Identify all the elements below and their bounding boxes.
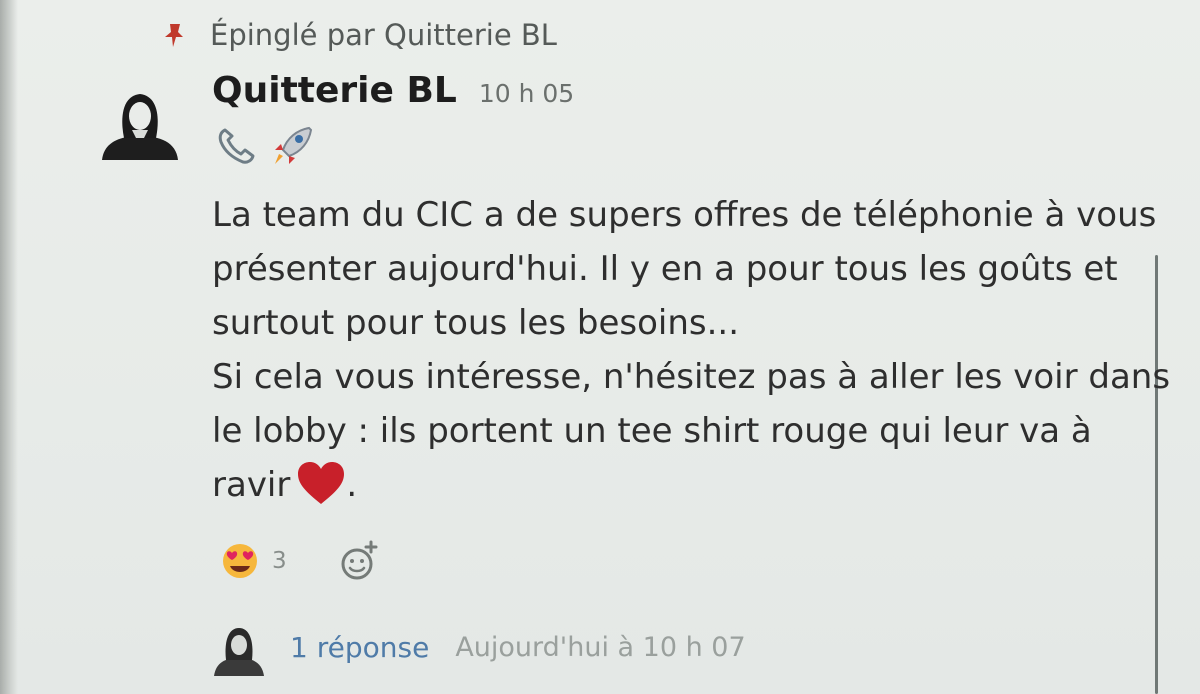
- status-icons: [213, 124, 315, 166]
- message-end-punctuation: .: [346, 465, 358, 505]
- message-line: ravir: [212, 465, 291, 505]
- left-edge-shadow: [0, 0, 18, 694]
- scrollbar[interactable]: [1155, 255, 1158, 694]
- author-name[interactable]: Quitterie BL: [212, 70, 457, 111]
- message-timestamp[interactable]: 10 h 05: [479, 79, 574, 108]
- message-body: La team du CIC a de supers offres de tél…: [212, 188, 1171, 512]
- reaction-heart-eyes[interactable]: 3: [218, 540, 287, 582]
- message-line: Si cela vous intéresse, n'hésitez pas à …: [212, 357, 1171, 397]
- message-line: le lobby : ils portent un tee shirt roug…: [212, 411, 1092, 451]
- heart-icon: [298, 462, 345, 504]
- reactions-bar: 3: [218, 540, 381, 582]
- pinned-banner: Épinglé par Quitterie BL: [160, 12, 557, 58]
- pinned-by-text: Épinglé par Quitterie BL: [210, 18, 557, 52]
- message-line: surtout pour tous les besoins...: [212, 303, 740, 343]
- message-last-line: ravir.: [212, 458, 1152, 512]
- pin-icon: [165, 24, 183, 47]
- reply-count-link[interactable]: 1 réponse: [290, 631, 429, 664]
- add-reaction-icon[interactable]: [339, 540, 381, 582]
- author-avatar[interactable]: [96, 78, 184, 160]
- reply-avatar: [214, 628, 264, 676]
- phone-icon: [218, 128, 255, 164]
- message-line: La team du CIC a de supers offres de tél…: [212, 195, 1157, 235]
- rocket-icon: [275, 126, 313, 164]
- thread-summary[interactable]: 1 réponse Aujourd'hui à 10 h 07: [210, 618, 746, 676]
- message-header: Quitterie BL 10 h 05: [212, 70, 574, 122]
- message-line: présenter aujourd'hui. Il y en a pour to…: [212, 249, 1118, 289]
- reaction-count: 3: [272, 548, 287, 574]
- last-reply-time: Aujourd'hui à 10 h 07: [455, 631, 746, 663]
- heart-eyes-emoji-icon: [223, 544, 257, 578]
